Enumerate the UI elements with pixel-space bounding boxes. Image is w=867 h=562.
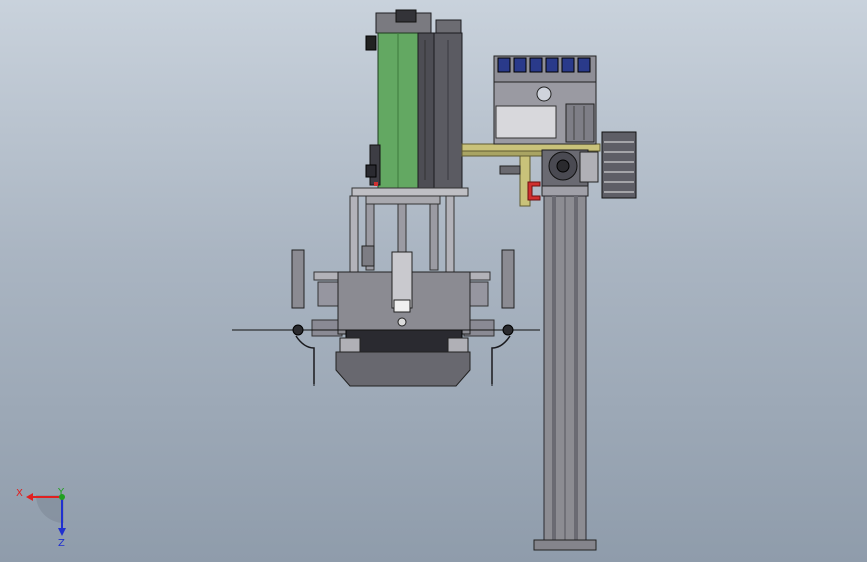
axis-triad[interactable]: X Y Z	[16, 487, 66, 549]
x-axis-label: X	[16, 488, 23, 499]
cad-viewport[interactable]: X Y Z	[0, 0, 867, 562]
vertical-column[interactable]	[533, 185, 597, 551]
terminal-block-unit[interactable]	[493, 55, 597, 145]
right-side-arm[interactable]	[491, 249, 515, 386]
left-side-arm[interactable]	[291, 249, 315, 386]
gripper-body[interactable]	[232, 251, 540, 387]
upper-control-unit[interactable]	[351, 9, 469, 205]
assembly-model[interactable]: X Y Z	[0, 0, 867, 562]
z-axis-label: Z	[58, 538, 65, 549]
y-axis-label: Y	[57, 487, 65, 498]
